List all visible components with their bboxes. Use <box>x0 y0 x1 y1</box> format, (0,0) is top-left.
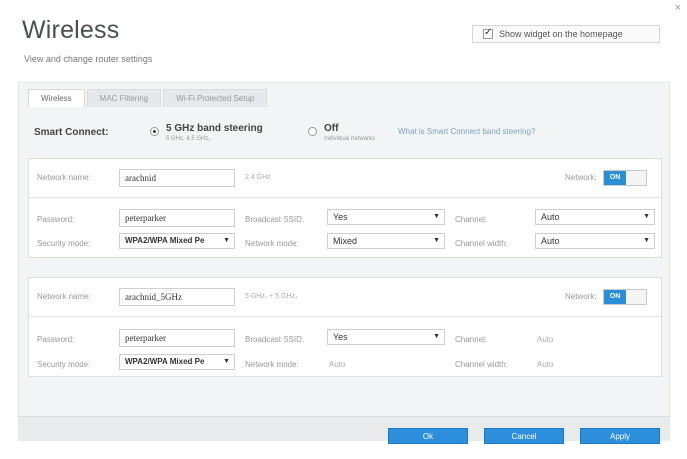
ok-button[interactable]: Ok <box>388 428 468 444</box>
page-subtitle: View and change router settings <box>24 54 153 64</box>
security-mode-label: Security mode: <box>37 239 91 248</box>
security-mode-select[interactable]: WPA2/WPA Mixed Pe ▼ <box>119 354 235 370</box>
password-label: Password: <box>37 215 75 224</box>
security-mode-label: Security mode: <box>37 360 91 369</box>
channel-width-select[interactable]: Auto ▼ <box>535 233 655 249</box>
broadcast-ssid-value: Yes <box>333 212 348 222</box>
tab-wireless[interactable]: Wireless <box>28 89 85 107</box>
network-mode-label: Network mode: <box>245 239 299 248</box>
channel-width-label: Channel width: <box>455 239 508 248</box>
footer-bar <box>18 416 670 441</box>
network-mode-value: Mixed <box>333 236 358 246</box>
close-icon[interactable]: × <box>675 2 681 14</box>
network-name-row: Network name: arachnid_5GHz 5 GHz₁ + 5 G… <box>29 278 661 317</box>
password-input[interactable]: peterparker <box>119 329 235 347</box>
show-widget-option[interactable]: Show widget on the homepage <box>472 25 660 43</box>
channel-label: Channel: <box>455 215 488 224</box>
wireless-page: × Wireless View and change router settin… <box>0 0 687 459</box>
dropdown-arrow-icon: ▼ <box>433 333 440 340</box>
security-mode-value: WPA2/WPA Mixed Pe <box>125 236 205 245</box>
cancel-button[interactable]: Cancel <box>484 428 564 444</box>
channel-value: Auto <box>541 212 560 222</box>
network-name-input[interactable]: arachnid <box>119 169 235 187</box>
dropdown-arrow-icon: ▼ <box>433 213 440 220</box>
tab-mac-filtering[interactable]: MAC Filtering <box>86 89 162 107</box>
network-name-row: Network name: arachnid 2.4 GHz Network: … <box>29 159 661 198</box>
dropdown-arrow-icon: ▼ <box>223 237 230 244</box>
broadcast-ssid-value: Yes <box>333 332 348 342</box>
page-title: Wireless <box>22 16 120 44</box>
dropdown-arrow-icon: ▼ <box>223 358 230 365</box>
off-label[interactable]: Off <box>324 123 338 134</box>
channel-width-value: Auto <box>541 236 560 246</box>
network-mode-select[interactable]: Mixed ▼ <box>327 233 445 249</box>
broadcast-ssid-select[interactable]: Yes ▼ <box>327 329 445 345</box>
password-input[interactable]: peterparker <box>119 209 235 227</box>
network-toggle[interactable]: ON <box>603 289 647 305</box>
network-mode-label: Network mode: <box>245 360 299 369</box>
network-mode-value: Auto <box>329 360 346 369</box>
band-steering-label[interactable]: 5 GHz band steering <box>166 123 263 134</box>
password-label: Password: <box>37 335 75 344</box>
network-5ghz-section: Network name: arachnid_5GHz 5 GHz₁ + 5 G… <box>28 277 662 377</box>
band-label: 2.4 GHz <box>245 174 271 181</box>
tab-bar: Wireless MAC Filtering Wi-Fi Protected S… <box>28 89 269 107</box>
band-label: 5 GHz₁ + 5 GHz₂ <box>245 293 298 300</box>
security-mode-select[interactable]: WPA2/WPA Mixed Pe ▼ <box>119 233 235 249</box>
broadcast-ssid-label: Broadcast SSID: <box>245 215 305 224</box>
channel-width-label: Channel width: <box>455 360 508 369</box>
channel-value: Auto <box>537 335 554 344</box>
broadcast-ssid-select[interactable]: Yes ▼ <box>327 209 445 225</box>
network-name-label: Network name: <box>37 292 91 301</box>
band-steering-radio[interactable] <box>150 127 159 136</box>
off-radio[interactable] <box>308 127 317 136</box>
show-widget-label: Show widget on the homepage <box>499 29 623 39</box>
network-name-label: Network name: <box>37 173 91 182</box>
dropdown-arrow-icon: ▼ <box>643 237 650 244</box>
network-toggle[interactable]: ON <box>603 170 647 186</box>
smart-connect-label: Smart Connect: <box>34 127 109 138</box>
dropdown-arrow-icon: ▼ <box>433 237 440 244</box>
broadcast-ssid-label: Broadcast SSID: <box>245 335 305 344</box>
network-name-input[interactable]: arachnid_5GHz <box>119 288 235 306</box>
channel-label: Channel: <box>455 335 488 344</box>
tab-wifi-protected-setup[interactable]: Wi-Fi Protected Setup <box>163 89 268 107</box>
channel-select[interactable]: Auto ▼ <box>535 209 655 225</box>
smart-connect-help-link[interactable]: What is Smart Connect band steering? <box>398 127 535 136</box>
network-toggle-label: Network: <box>565 173 597 182</box>
dropdown-arrow-icon: ▼ <box>643 213 650 220</box>
channel-width-value: Auto <box>537 360 554 369</box>
toggle-on-label: ON <box>604 290 626 304</box>
smart-connect-row: Smart Connect: 5 GHz band steering 5 GHz… <box>34 120 654 146</box>
apply-button[interactable]: Apply <box>580 428 660 444</box>
off-sublabel: Individual networks <box>324 136 376 142</box>
network-toggle-label: Network: <box>565 292 597 301</box>
network-2-4ghz-section: Network name: arachnid 2.4 GHz Network: … <box>28 158 662 258</box>
checkbox-icon[interactable] <box>483 27 493 39</box>
band-steering-sublabel: 5 GHz, 4.5 GHz₂ <box>166 136 211 142</box>
security-mode-value: WPA2/WPA Mixed Pe <box>125 357 205 366</box>
toggle-on-label: ON <box>604 171 626 185</box>
